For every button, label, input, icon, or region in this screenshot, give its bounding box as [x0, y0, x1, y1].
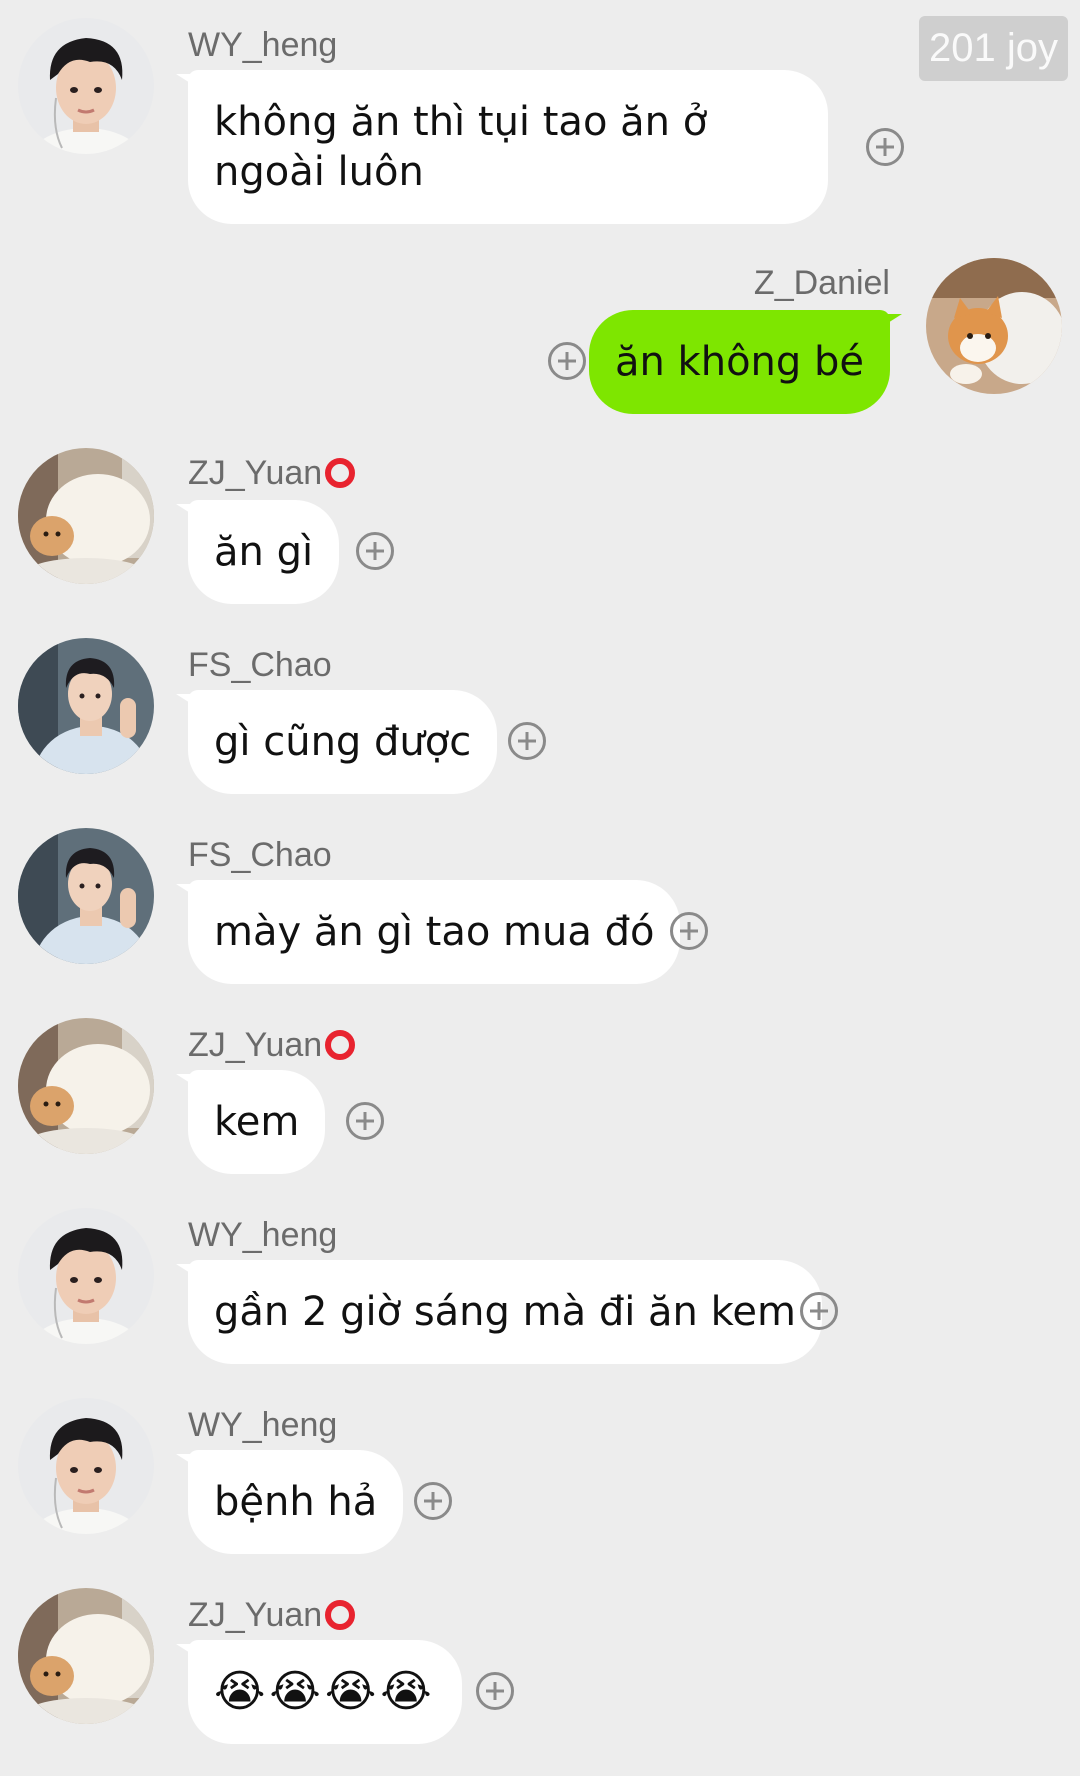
- message-bubble[interactable]: gần 2 giờ sáng mà đi ăn kem: [176, 1260, 822, 1364]
- plus-circle-icon[interactable]: [414, 1482, 452, 1520]
- red-ring-icon: [325, 1030, 356, 1060]
- plus-circle-icon[interactable]: [476, 1672, 514, 1710]
- message-bubble[interactable]: kem: [175, 1070, 326, 1174]
- avatar[interactable]: [18, 1018, 154, 1154]
- sender-name: Z_Daniel: [753, 264, 890, 302]
- sender-name: FS_Chao: [188, 836, 332, 874]
- avatar[interactable]: [18, 1208, 154, 1344]
- avatar[interactable]: [926, 258, 1062, 394]
- message-bubble[interactable]: ăn không bé: [588, 310, 903, 414]
- plus-circle-icon[interactable]: [670, 912, 708, 950]
- sender-name: ZJ_Yuan: [188, 1596, 356, 1635]
- avatar[interactable]: [18, 18, 154, 154]
- avatar[interactable]: [18, 1398, 154, 1534]
- avatar[interactable]: [18, 1588, 154, 1724]
- avatar[interactable]: [18, 638, 154, 774]
- sender-name: ZJ_Yuan: [188, 1026, 356, 1065]
- plus-circle-icon[interactable]: [346, 1102, 384, 1140]
- plus-circle-icon[interactable]: [508, 722, 546, 760]
- plus-circle-icon[interactable]: [356, 532, 394, 570]
- message-bubble[interactable]: gì cũng được: [175, 690, 498, 794]
- plus-circle-icon[interactable]: [548, 342, 586, 380]
- watermark: 201 joy: [919, 16, 1068, 81]
- avatar[interactable]: [18, 448, 154, 584]
- red-ring-icon: [325, 1600, 356, 1630]
- message-bubble[interactable]: bệnh hả: [175, 1450, 404, 1554]
- message-bubble[interactable]: không ăn thì tụi tao ăn ở ngoài luôn: [176, 70, 828, 224]
- sender-name: WY_heng: [188, 26, 338, 64]
- sender-name: ZJ_Yuan: [188, 454, 356, 493]
- message-bubble[interactable]: ăn gì: [175, 500, 340, 604]
- plus-circle-icon[interactable]: [800, 1292, 838, 1330]
- red-ring-icon: [325, 458, 356, 488]
- sender-name: WY_heng: [188, 1406, 338, 1444]
- avatar[interactable]: [18, 828, 154, 964]
- message-bubble[interactable]: mày ăn gì tao mua đó: [175, 880, 681, 984]
- sender-name: WY_heng: [188, 1216, 338, 1254]
- plus-circle-icon[interactable]: [866, 128, 904, 166]
- message-bubble[interactable]: 😭😭😭😭: [176, 1640, 462, 1744]
- sender-name: FS_Chao: [188, 646, 332, 684]
